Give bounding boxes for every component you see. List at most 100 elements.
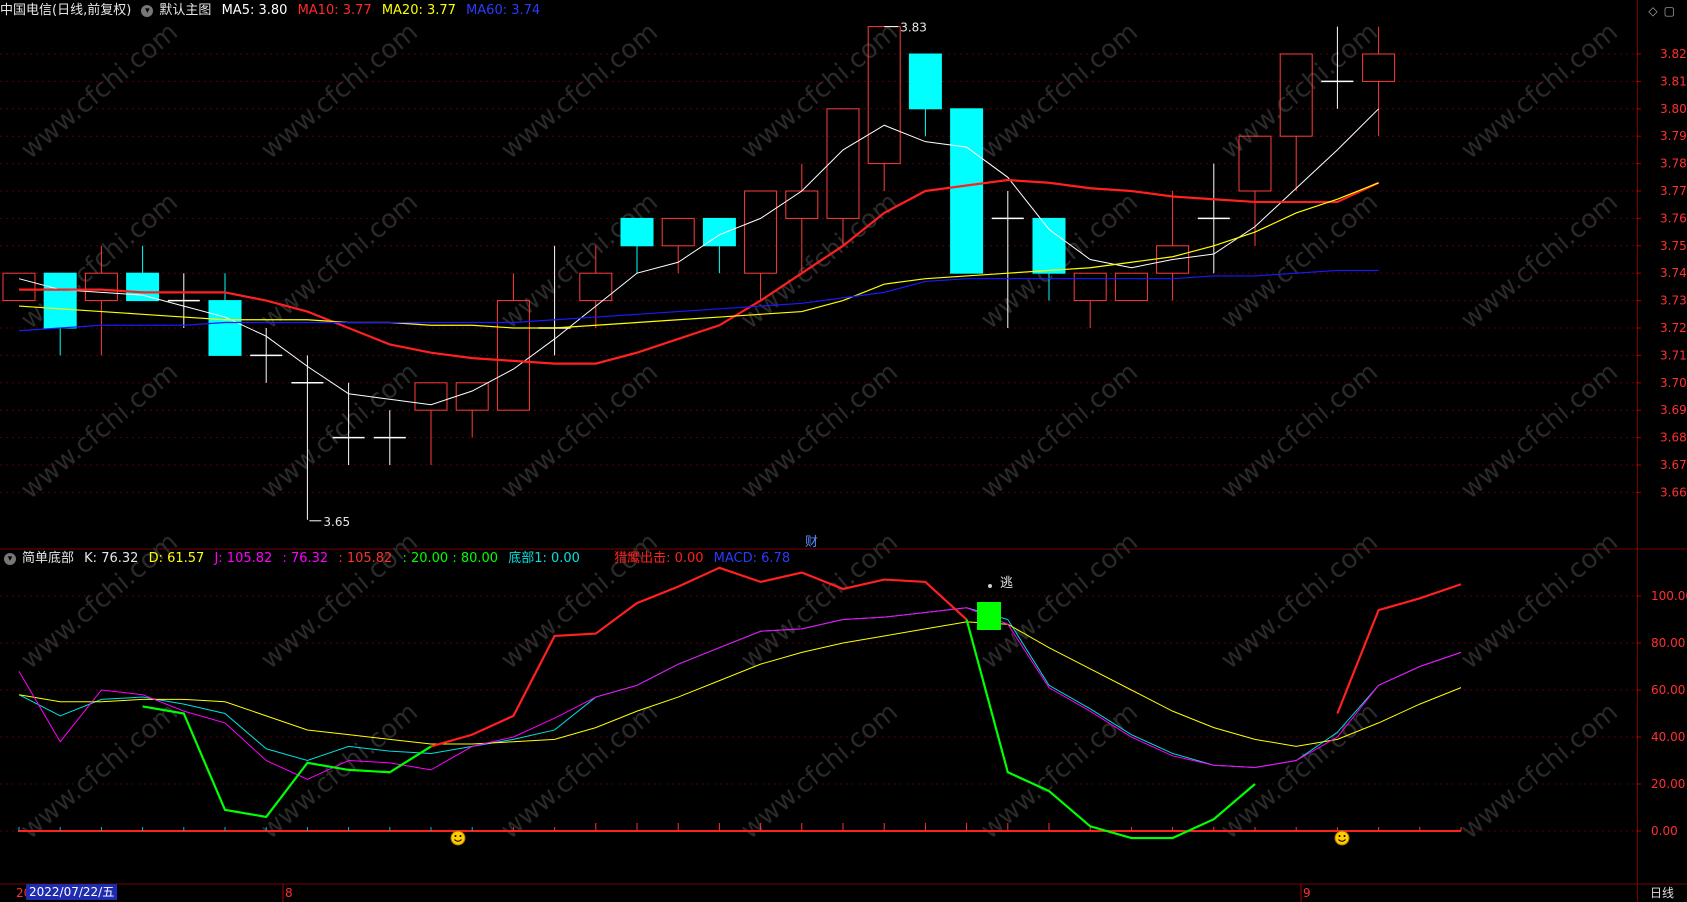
j-label: J: 105.82 bbox=[214, 551, 273, 566]
y-tick-label-main: 3.66 bbox=[1660, 485, 1687, 499]
window-controls: ◇ ▢ bbox=[1642, 4, 1675, 18]
y-tick-label-main: 3.80 bbox=[1660, 102, 1687, 116]
smiley-icon bbox=[1334, 830, 1350, 846]
candle-body-down[interactable] bbox=[1032, 217, 1066, 274]
y-tick-label-sub: 0.00 bbox=[1651, 824, 1678, 838]
y-tick-label-sub: 80.00 bbox=[1651, 636, 1685, 650]
candle-body-up[interactable] bbox=[661, 217, 695, 247]
candle-body-up[interactable] bbox=[1073, 272, 1107, 302]
candle-body-down[interactable] bbox=[908, 53, 942, 110]
candle-body-up[interactable] bbox=[455, 382, 489, 411]
v1-label: : 76.32 bbox=[282, 551, 329, 566]
watermark-text: www.cfchi.com bbox=[15, 17, 184, 165]
watermark-text: www.cfchi.com bbox=[495, 17, 664, 165]
k-label: K: 76.32 bbox=[84, 551, 139, 566]
y-tick-label-main: 3.74 bbox=[1660, 266, 1687, 280]
y-tick-label-sub: 60.00 bbox=[1651, 683, 1685, 697]
candle-body-down[interactable] bbox=[208, 300, 242, 356]
watermark-text: www.cfchi.com bbox=[15, 187, 184, 335]
smiley-eye bbox=[454, 835, 457, 837]
ma5-label: MA5: 3.80 bbox=[221, 3, 288, 18]
escape-marker: 逃 bbox=[1000, 576, 1013, 591]
ma60-label: MA60: 3.74 bbox=[466, 3, 541, 18]
smiley-eye bbox=[1338, 835, 1341, 837]
y-tick-label-main: 3.77 bbox=[1660, 184, 1687, 198]
smiley-eye bbox=[1343, 835, 1346, 837]
watermark-text: www.cfchi.com bbox=[15, 697, 184, 845]
panel-toggle-icon[interactable]: ▢ bbox=[1664, 4, 1675, 18]
watermark-text: www.cfchi.com bbox=[1455, 357, 1624, 505]
finance-marker[interactable]: 财 bbox=[805, 535, 818, 550]
watermark-text: www.cfchi.com bbox=[495, 187, 664, 335]
candle-body-down[interactable] bbox=[43, 272, 77, 329]
watermark-text: www.cfchi.com bbox=[1455, 697, 1624, 845]
macd-label: MACD: 6.78 bbox=[713, 551, 791, 566]
indicator-dropdown-icon[interactable]: ▾ bbox=[4, 552, 16, 565]
y-tick-label-sub: 40.00 bbox=[1651, 730, 1685, 744]
date-cursor: 2022/07/22/五 bbox=[26, 884, 118, 900]
y-tick-label-main: 3.72 bbox=[1660, 321, 1687, 335]
watermark-text: www.cfchi.com bbox=[1455, 187, 1624, 335]
candle-body-up[interactable] bbox=[826, 108, 860, 219]
indicator-name[interactable]: 简单底部 bbox=[22, 551, 74, 566]
period-label[interactable]: 日线 bbox=[1650, 884, 1674, 901]
watermark-text: www.cfchi.com bbox=[15, 357, 184, 505]
y-tick-label-main: 3.81 bbox=[1660, 74, 1687, 88]
candle-body-down[interactable] bbox=[950, 108, 984, 274]
watermark-text: www.cfchi.com bbox=[1455, 17, 1624, 165]
y-tick-label-main: 3.82 bbox=[1660, 47, 1687, 61]
y-tick-label-main: 3.69 bbox=[1660, 403, 1687, 417]
stock-chart[interactable]: www.cfchi.com www.cfchi.com www.cfchi.com w… bbox=[0, 0, 1687, 902]
eagle-label: 猎鹰出击: 0.00 bbox=[614, 551, 704, 566]
watermark-text: www.cfchi.com bbox=[975, 17, 1144, 165]
y-tick-label-main: 3.68 bbox=[1660, 431, 1687, 445]
bottom1-label: 底部1: 0.00 bbox=[508, 551, 580, 566]
watermark-text: www.cfchi.com bbox=[1215, 697, 1384, 845]
watermark-text: www.cfchi.com bbox=[495, 697, 664, 845]
v2-label: : 105.82 bbox=[338, 551, 393, 566]
y-tick-label-main: 3.71 bbox=[1660, 348, 1687, 362]
v3-label: : 20.00 : 80.00 bbox=[402, 551, 499, 566]
sub-chart-header: ▾ 简单底部 K: 76.32 D: 61.57 J: 105.82 : 76.3… bbox=[0, 549, 796, 569]
watermark-text: www.cfchi.com bbox=[495, 357, 664, 505]
y-tick-label-main: 3.67 bbox=[1660, 458, 1687, 472]
candle-body-up[interactable] bbox=[579, 272, 613, 302]
high-label: 3.83 bbox=[900, 21, 927, 35]
candle-body-up[interactable] bbox=[785, 190, 819, 219]
indicator-line-k2 bbox=[1336, 583, 1462, 714]
candle-body-down[interactable] bbox=[126, 272, 160, 302]
signal-block bbox=[977, 602, 1001, 630]
month-label: 8 bbox=[285, 886, 293, 900]
smiley-icon bbox=[450, 830, 466, 846]
y-tick-label-main: 3.79 bbox=[1660, 129, 1687, 143]
candle-body-up[interactable] bbox=[2, 272, 36, 302]
y-tick-label-main: 3.73 bbox=[1660, 294, 1687, 308]
watermark-text: www.cfchi.com bbox=[255, 357, 424, 505]
y-tick-label-sub: 100.00 bbox=[1651, 589, 1687, 603]
escape-dot bbox=[988, 584, 992, 588]
watermark-text: www.cfchi.com bbox=[1215, 187, 1384, 335]
y-tick-label-main: 3.75 bbox=[1660, 239, 1687, 253]
template-name[interactable]: 默认主图 bbox=[159, 3, 211, 18]
ma10-label: MA10: 3.77 bbox=[297, 3, 372, 18]
stock-title[interactable]: 中国电信(日线,前复权) bbox=[0, 3, 131, 18]
watermark-text: www.cfchi.com bbox=[735, 357, 904, 505]
candle-body-up[interactable] bbox=[744, 190, 778, 274]
template-dropdown-icon[interactable]: ▾ bbox=[141, 4, 154, 17]
diamond-icon[interactable]: ◇ bbox=[1648, 4, 1657, 18]
smiley-eye bbox=[459, 835, 462, 837]
y-tick-label-main: 3.70 bbox=[1660, 376, 1687, 390]
d-label: D: 61.57 bbox=[148, 551, 205, 566]
ma20-label: MA20: 3.77 bbox=[381, 3, 456, 18]
y-tick-label-main: 3.76 bbox=[1660, 211, 1687, 225]
watermark-text: www.cfchi.com bbox=[975, 697, 1144, 845]
candle-body-up[interactable] bbox=[1114, 272, 1148, 302]
watermark-text: www.cfchi.com bbox=[735, 17, 904, 165]
candle-body-down[interactable] bbox=[620, 217, 654, 247]
main-chart-header: 中国电信(日线,前复权) ▾ 默认主图 MA5: 3.80 MA10: 3.77 … bbox=[0, 1, 546, 21]
month-label: 9 bbox=[1303, 886, 1311, 900]
low-label: 3.65 bbox=[323, 515, 350, 529]
watermark-text: www.cfchi.com bbox=[255, 697, 424, 845]
candle-body-up[interactable] bbox=[1362, 53, 1396, 82]
candle-body-up[interactable] bbox=[414, 382, 448, 411]
